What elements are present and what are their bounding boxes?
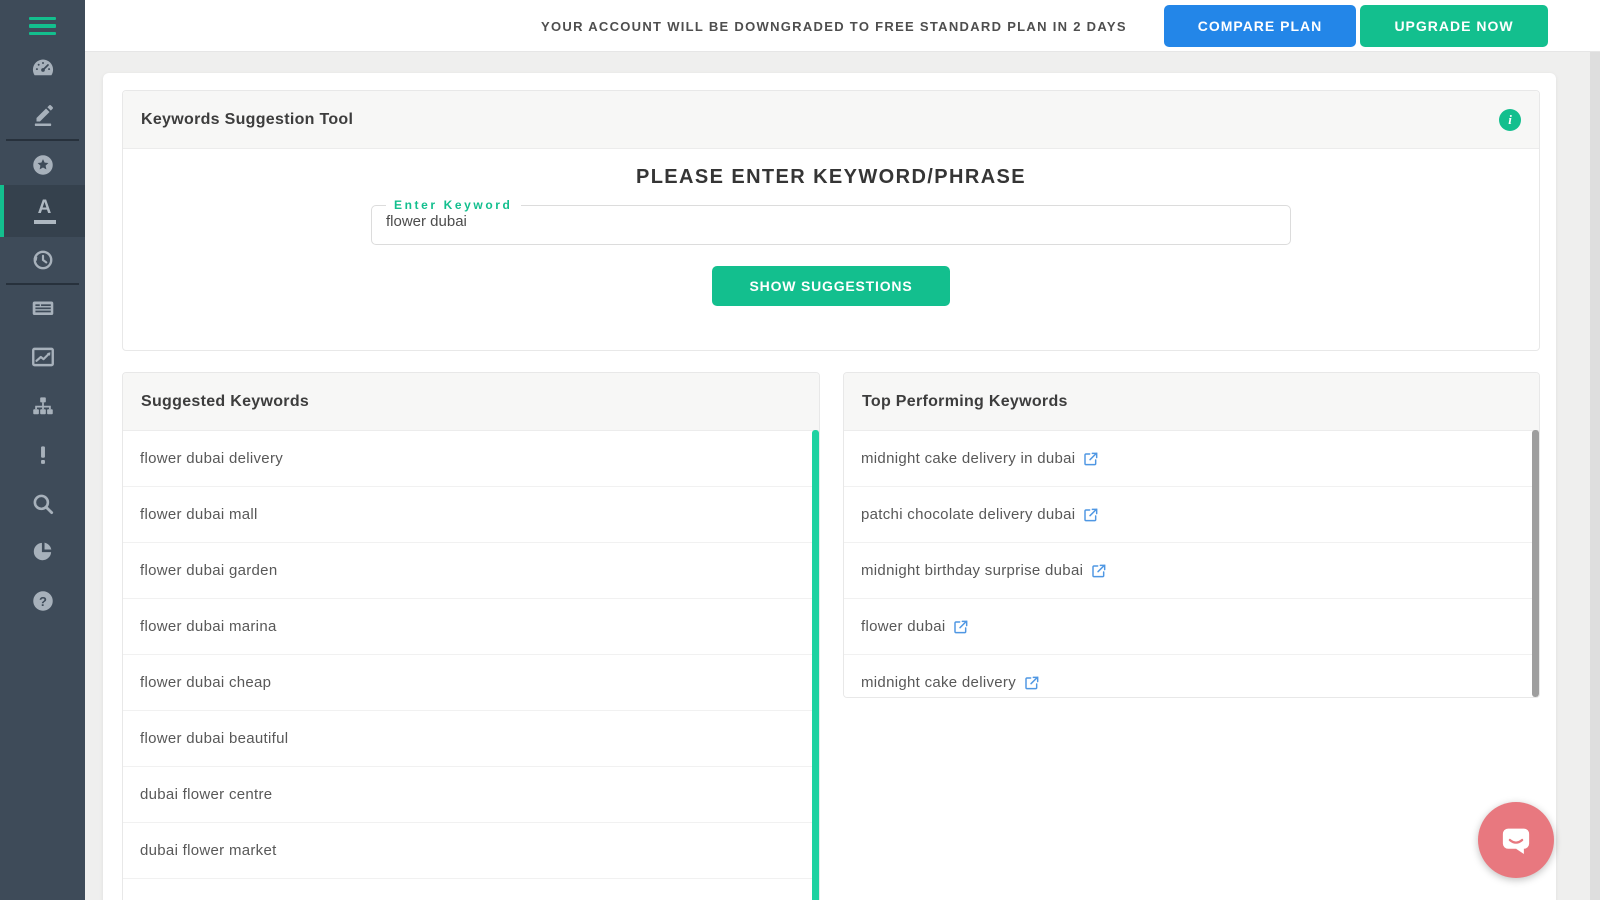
keyword-text: flower dubai cheap [140,674,272,691]
suggested-keyword-row[interactable]: flower dubai beautiful [123,711,819,767]
history-clock-icon [32,250,52,270]
sidebar-item-alerts[interactable] [0,431,85,479]
chat-bubble-icon [1502,828,1530,854]
keyword-text: flower dubai delivery [140,450,284,467]
chart-line-icon [31,347,54,367]
keyword-text: flower dubai garden [140,562,278,579]
suggested-keyword-row[interactable]: flower dubai garden [123,543,819,599]
downgrade-warning: YOUR ACCOUNT WILL BE DOWNGRADED TO FREE … [541,19,1127,34]
sidebar-item-search[interactable] [0,480,85,528]
external-link-icon[interactable] [1083,451,1099,467]
sidebar-item-edit[interactable] [0,91,85,139]
info-icon[interactable]: i [1499,108,1521,131]
suggested-keywords-list: flower dubai delivery flower dubai mall … [123,431,819,879]
sidebar-item-history[interactable] [0,236,85,284]
suggested-keywords-title: Suggested Keywords [141,392,310,410]
top-performing-header: Top Performing Keywords [844,373,1539,431]
show-suggestions-button[interactable]: SHOW SUGGESTIONS [712,266,950,306]
suggested-keyword-row[interactable]: dubai flower centre [123,767,819,823]
keyword-text: dubai flower centre [140,786,273,803]
star-circle-icon [32,155,53,175]
question-circle-icon: ? [32,591,53,611]
form-heading: PLEASE ENTER KEYWORD/PHRASE [635,166,1027,188]
keyword-text: flower dubai marina [140,618,277,635]
top-performing-list: midnight cake delivery in dubai patchi c… [844,431,1539,697]
sitemap-icon [32,397,53,415]
edit-icon [34,105,53,127]
suggested-keywords-panel: Suggested Keywords flower dubai delivery… [122,372,820,900]
keyword-text: flower dubai beautiful [140,730,289,747]
suggested-keyword-row[interactable]: flower dubai cheap [123,655,819,711]
viewport-scrollbar[interactable] [1590,52,1600,900]
external-link-icon[interactable] [1091,563,1107,579]
chat-launcher-button[interactable] [1478,802,1554,878]
sidebar-item-keyword-tool[interactable]: A [0,185,85,237]
sidebar-item-help[interactable]: ? [0,577,85,625]
search-icon [33,494,53,515]
svg-text:?: ? [39,594,47,609]
sidebar-item-reports[interactable] [0,527,85,575]
keyword-text: patchi chocolate delivery dubai [861,506,1076,523]
keyword-tool-header: Keywords Suggestion Tool i [123,91,1539,149]
exclamation-icon [40,446,45,464]
compare-plan-button[interactable]: COMPARE PLAN [1164,5,1356,47]
keyword-text: midnight cake delivery in dubai [861,450,1076,467]
keyboard-icon [32,301,53,316]
suggested-keyword-row[interactable]: flower dubai marina [123,599,819,655]
external-link-icon[interactable] [1024,675,1040,691]
keyword-form: PLEASE ENTER KEYWORD/PHRASE Enter Keywor… [123,166,1539,306]
sidebar-item-analytics[interactable] [0,333,85,381]
top-performing-row[interactable]: midnight cake delivery in dubai [844,431,1539,487]
menu-toggle-icon[interactable] [0,8,85,44]
keyword-tool-card: Keywords Suggestion Tool i PLEASE ENTER … [122,90,1540,351]
keyword-text: midnight cake delivery [861,674,1017,691]
suggested-keywords-header: Suggested Keywords [123,373,819,431]
upgrade-now-button[interactable]: UPGRADE NOW [1360,5,1548,47]
keyword-text: flower dubai mall [140,506,258,523]
green-scrollbar[interactable] [812,430,819,900]
suggested-keyword-row[interactable]: dubai flower market [123,823,819,879]
sidebar-item-star[interactable] [0,141,85,189]
app-root: A ? YOUR ACCOUNT WILL BE DOWNGRADED TO F… [0,0,1600,900]
keyword-input[interactable] [372,212,1254,238]
suggested-keyword-row[interactable]: flower dubai delivery [123,431,819,487]
dashboard-icon [32,59,53,76]
external-link-icon[interactable] [1083,507,1099,523]
keyword-text: flower dubai [861,618,946,635]
main-content-card: Keywords Suggestion Tool i PLEASE ENTER … [103,73,1556,900]
suggested-keyword-row[interactable]: flower dubai mall [123,487,819,543]
sidebar-item-dashboard[interactable] [0,44,85,92]
external-link-icon[interactable] [953,619,969,635]
keyword-field-label: Enter Keyword [394,198,513,212]
font-tool-icon: A [33,198,56,224]
sidebar: A ? [0,0,85,900]
top-performing-row[interactable]: flower dubai [844,599,1539,655]
top-performing-row[interactable]: patchi chocolate delivery dubai [844,487,1539,543]
topbar: YOUR ACCOUNT WILL BE DOWNGRADED TO FREE … [85,0,1600,52]
gray-scrollbar[interactable] [1532,430,1539,697]
sidebar-item-keyboard[interactable] [0,284,85,332]
keyword-text: midnight birthday surprise dubai [861,562,1084,579]
keyword-field: Enter Keyword [371,198,1291,245]
pie-chart-icon [33,542,51,561]
sidebar-item-sitemap[interactable] [0,382,85,430]
keyword-tool-title: Keywords Suggestion Tool [141,110,354,128]
top-performing-title: Top Performing Keywords [862,392,1068,410]
top-performing-row[interactable]: midnight cake delivery [844,655,1539,697]
top-performing-panel: Top Performing Keywords midnight cake de… [843,372,1540,698]
top-performing-row[interactable]: midnight birthday surprise dubai [844,543,1539,599]
keyword-text: dubai flower market [140,842,277,859]
